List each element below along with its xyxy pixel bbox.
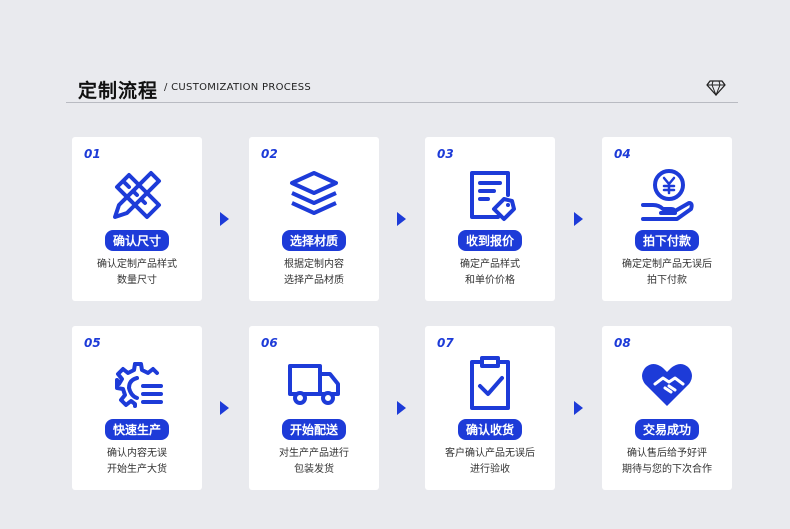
step-number: 04 <box>614 147 631 161</box>
step-badge: 交易成功 <box>634 419 700 440</box>
diamond-icon <box>706 80 726 96</box>
section-header: 定制流程 / CUSTOMIZATION PROCESS <box>78 76 738 104</box>
heart-handshake-icon <box>642 364 692 406</box>
step-card-8: 08 交易成功 确认售后给予好评 期待与您的下次合作 <box>602 326 732 490</box>
page-subtitle: / CUSTOMIZATION PROCESS <box>164 82 312 93</box>
step-number: 07 <box>437 336 454 350</box>
next-arrow-icon <box>574 212 583 226</box>
step-description: 根据定制内容 选择产品材质 <box>249 257 379 289</box>
step-desc-line: 拍下付款 <box>647 275 687 286</box>
step-desc-line: 确认内容无误 <box>107 448 167 459</box>
layers-icon <box>290 171 338 215</box>
step-card-5: 05 快速生产 确认内容无误 开始生产大货 <box>72 326 202 490</box>
step-badge: 选择材质 <box>281 230 347 251</box>
step-description: 确认内容无误 开始生产大货 <box>72 446 202 478</box>
step-card-2: 02 选择材质 根据定制内容 选择产品材质 <box>249 137 379 301</box>
step-description: 确认定制产品样式 数量尺寸 <box>72 257 202 289</box>
step-desc-line: 确认定制产品样式 <box>97 259 177 270</box>
step-card-6: 06 开始配送 对生产产品进行 包装发货 <box>249 326 379 490</box>
next-arrow-icon <box>220 212 229 226</box>
step-desc-line: 数量尺寸 <box>117 275 157 286</box>
quote-document-icon <box>470 171 516 221</box>
step-number: 08 <box>614 336 631 350</box>
step-description: 确认售后给予好评 期待与您的下次合作 <box>602 446 732 478</box>
step-number: 05 <box>84 336 101 350</box>
step-desc-line: 进行验收 <box>470 464 510 475</box>
next-arrow-icon <box>220 401 229 415</box>
step-desc-line: 期待与您的下次合作 <box>622 464 712 475</box>
clipboard-check-icon <box>470 356 510 410</box>
step-card-3: 03 收到报价 确定产品样式 和单价价格 <box>425 137 555 301</box>
step-number: 01 <box>84 147 101 161</box>
step-desc-line: 根据定制内容 <box>284 259 344 270</box>
step-number: 03 <box>437 147 454 161</box>
step-description: 确定产品样式 和单价价格 <box>425 257 555 289</box>
yen-coin-hand-icon <box>641 169 694 221</box>
step-card-4: 04 拍下付款 确定定制产品无误后 拍下付款 <box>602 137 732 301</box>
step-desc-line: 包装发货 <box>294 464 334 475</box>
truck-icon <box>288 364 340 405</box>
step-badge: 拍下付款 <box>634 230 700 251</box>
step-card-7: 07 确认收货 客户确认产品无误后 进行验收 <box>425 326 555 490</box>
step-desc-line: 确定产品样式 <box>460 259 520 270</box>
step-badge: 开始配送 <box>281 419 347 440</box>
next-arrow-icon <box>574 401 583 415</box>
step-number: 06 <box>261 336 278 350</box>
step-description: 确定定制产品无误后 拍下付款 <box>602 257 732 289</box>
step-desc-line: 和单价价格 <box>465 275 515 286</box>
step-description: 对生产产品进行 包装发货 <box>249 446 379 478</box>
step-desc-line: 确认售后给予好评 <box>627 448 707 459</box>
step-desc-line: 选择产品材质 <box>284 275 344 286</box>
page-title: 定制流程 <box>78 80 159 102</box>
step-badge: 确认收货 <box>457 419 523 440</box>
step-desc-line: 对生产产品进行 <box>279 448 349 459</box>
step-desc-line: 开始生产大货 <box>107 464 167 475</box>
step-badge: 快速生产 <box>104 419 170 440</box>
step-number: 02 <box>261 147 278 161</box>
step-card-1: 01 确认尺寸 确认定制产品样式 数量尺寸 <box>72 137 202 301</box>
step-desc-line: 确定定制产品无误后 <box>622 259 712 270</box>
next-arrow-icon <box>397 401 406 415</box>
ruler-pencil-icon <box>113 171 161 219</box>
step-badge: 确认尺寸 <box>104 230 170 251</box>
step-description: 客户确认产品无误后 进行验收 <box>425 446 555 478</box>
step-desc-line: 客户确认产品无误后 <box>445 448 535 459</box>
step-badge: 收到报价 <box>457 230 523 251</box>
header-divider <box>66 102 738 103</box>
gear-production-icon <box>115 362 163 408</box>
next-arrow-icon <box>397 212 406 226</box>
